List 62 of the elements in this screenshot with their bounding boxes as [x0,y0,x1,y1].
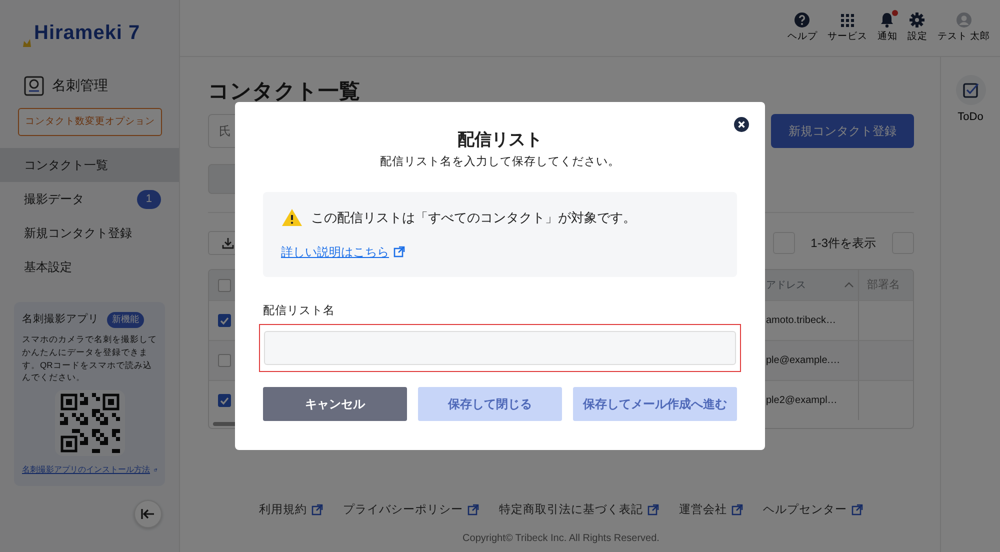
nav-item[interactable]: 撮影データ 1 [0,182,179,216]
footer-link[interactable]: プライバシーポリシー [343,502,463,519]
notice-text: この配信リストは「すべてのコンタクト」が対象です。 [311,208,636,227]
checkbox[interactable] [218,354,230,368]
install-link[interactable]: 名刺撮影アプリのインストール方法 [22,464,150,476]
list-name-field[interactable] [264,331,736,366]
collapse-icon [141,508,155,520]
todo-label[interactable]: ToDo [958,109,984,126]
nav-item[interactable]: コンタクト一覧 [0,148,179,182]
page-title: コンタクト一覧 [208,79,361,104]
external-link-icon [393,246,405,258]
modal-title: 配信リスト [456,130,544,150]
header-action[interactable]: 通知 [877,30,898,44]
close-icon[interactable] [734,117,749,132]
card-title: 名刺撮影アプリ [22,312,99,328]
new-contact-button[interactable]: 新規コンタクト登録 [771,114,914,148]
crown-icon [22,38,32,48]
result-range: 1-3件を表示 [810,235,876,252]
nav-item[interactable]: 新規コンタクト登録 [0,216,179,250]
header-action[interactable]: 設定 [907,30,928,44]
header-action[interactable]: ヘルプ [787,30,818,44]
modal-subtitle: 配信リスト名を入力して保存してください。 [379,154,621,170]
footer-link[interactable]: ヘルプセンター [763,502,847,519]
settings-icon[interactable] [909,12,926,28]
email-cell-text: ple2@exampl… [766,394,838,408]
sort-icon [844,282,854,288]
checkbox[interactable] [218,278,230,292]
qr-code [60,393,120,453]
bell-icon[interactable] [879,12,896,28]
email-cell-text: ple@example.… [766,354,840,368]
column-header[interactable]: アドレス [766,278,806,293]
checkbox-icon[interactable] [962,82,978,98]
new-badge: 新機能 [107,312,144,328]
footer-link[interactable]: 運営会社 [679,502,727,519]
download-icon [222,237,234,250]
help-icon[interactable] [794,12,810,28]
external-link-icon [311,504,323,516]
header-action[interactable]: テスト 太郎 [937,30,990,44]
count-badge: 1 [136,190,161,208]
section-title: 名刺管理 [52,76,108,95]
collapse-button[interactable] [134,500,162,528]
logo-text: Hirameki 7 [34,21,140,46]
card-text: スマホのカメラで名刺を撮影してかんたんにデータを登録できます。QRコードをスマホで読み込んでください。 [22,333,157,384]
header-action[interactable]: サービス [827,30,868,44]
footer-link[interactable]: 特定商取引法に基づく表記 [499,502,643,519]
option-button[interactable]: コンタクト数変更オプション [18,108,162,136]
copyright: Copyright© Tribeck Inc. All Rights Reserved. [462,532,660,546]
footer-link[interactable]: 利用規約 [259,502,307,519]
cancel-button[interactable]: キャンセル [263,387,407,422]
nav-item[interactable]: 基本設定 [0,250,179,284]
details-link[interactable]: 詳しい説明はこちら [281,243,389,262]
warning-icon [281,208,303,227]
checkbox[interactable] [218,394,230,408]
checkbox[interactable] [218,314,230,328]
external-link-icon [731,504,743,516]
field-label: 配信リスト名 [263,304,336,320]
email-cell-text: amoto.tribeck… [766,314,836,328]
external-link-icon [647,504,659,516]
grid-icon[interactable] [839,12,856,28]
external-link-icon [467,504,479,516]
external-link-icon [851,504,863,516]
card-icon [24,76,44,96]
